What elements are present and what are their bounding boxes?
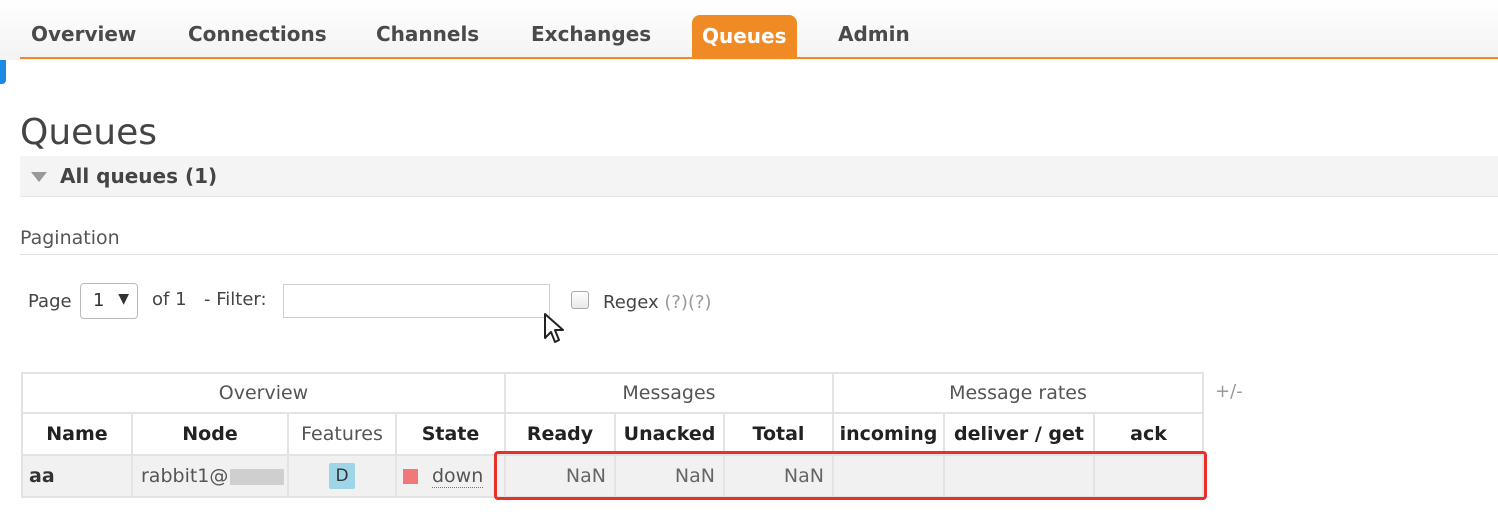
page-select[interactable]: 1 ▼ [80,283,138,319]
annotation-highlight-box [494,451,1207,500]
page-title: Queues [20,112,158,154]
column-header-state[interactable]: State [395,412,506,456]
durable-feature-badge: D [329,463,355,489]
column-header-total[interactable]: Total [723,412,834,456]
regex-text: Regex [603,292,659,313]
column-header-incoming[interactable]: incoming [832,412,945,456]
column-header-name[interactable]: Name [21,412,133,456]
column-header-ready[interactable]: Ready [504,412,616,456]
page-label: Page [28,291,72,312]
regex-label: Regex (?)(?) [603,292,712,313]
queue-node-text: rabbit1@ [141,465,229,487]
pagination-heading: Pagination [20,227,120,249]
nav-tab-overview[interactable]: Overview [31,22,136,46]
column-header-features: Features [287,412,397,456]
group-header-overview: Overview [21,372,506,414]
top-navigation: Overview Connections Channels Exchanges … [0,0,1498,60]
regex-help-link-2[interactable]: (?) [688,292,712,313]
page-select-value: 1 [93,290,105,311]
queue-features-cell: D [287,454,397,498]
collapse-triangle-icon[interactable] [31,172,47,182]
regex-checkbox[interactable] [571,291,589,309]
column-header-unacked[interactable]: Unacked [614,412,725,456]
all-queues-section-header[interactable]: All queues (1) [20,156,1498,197]
queue-state-text: down [432,465,484,488]
mouse-cursor-icon [544,313,564,343]
toggle-columns-link[interactable]: +/- [1215,381,1243,402]
nav-underline [20,57,1498,59]
nav-tab-queues[interactable]: Queues [692,15,797,58]
filter-label: - Filter: [204,289,267,310]
regex-help-link-1[interactable]: (?) [664,292,688,313]
column-header-deliver-get[interactable]: deliver / get [943,412,1095,456]
state-indicator-icon [403,469,418,484]
column-header-node[interactable]: Node [131,412,289,456]
queue-name-link[interactable]: aa [21,454,133,498]
redacted-hostname [230,468,285,485]
nav-tab-channels[interactable]: Channels [376,22,479,46]
queue-state-cell: down [395,454,506,498]
column-header-ack[interactable]: ack [1093,412,1204,456]
section-title: All queues (1) [60,164,218,188]
page-count-label: of 1 [152,289,187,310]
group-header-messages: Messages [504,372,834,414]
pagination-divider [20,254,1498,255]
nav-tab-connections[interactable]: Connections [188,22,327,46]
group-header-message-rates: Message rates [832,372,1204,414]
nav-tab-exchanges[interactable]: Exchanges [531,22,651,46]
chevron-down-icon: ▼ [118,291,129,307]
queue-node-cell: rabbit1@ [131,454,289,498]
filter-input[interactable] [283,284,550,318]
nav-tab-admin[interactable]: Admin [838,22,910,46]
